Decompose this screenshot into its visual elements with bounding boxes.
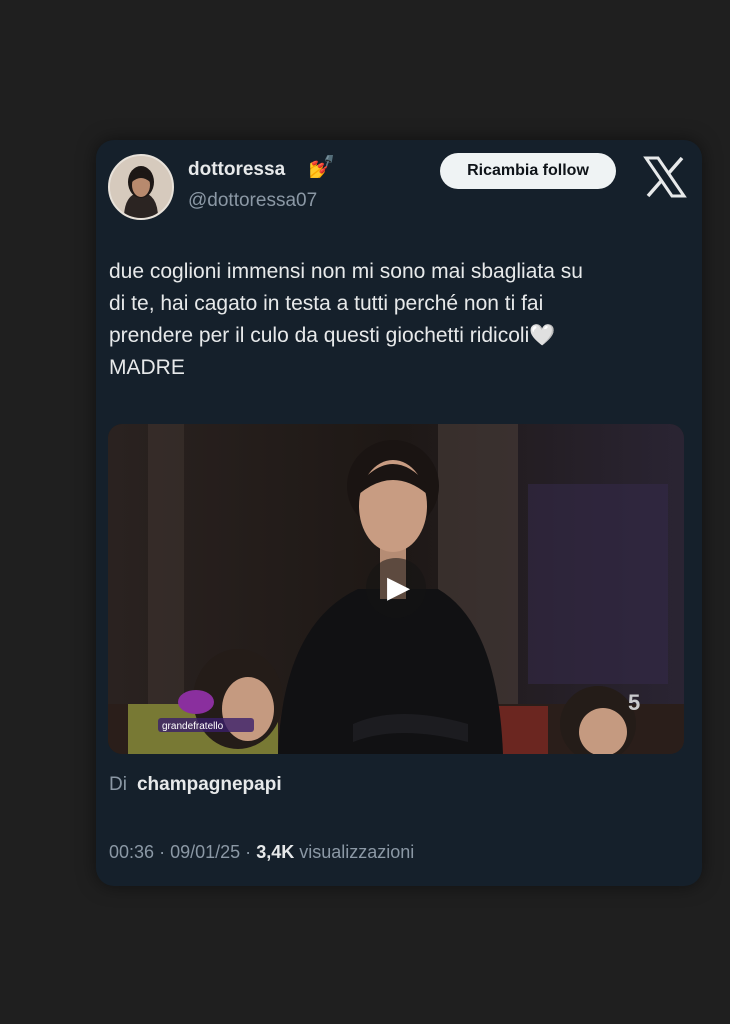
- views-count[interactable]: 3,4K: [256, 842, 294, 862]
- meta-separator: ·: [159, 842, 166, 862]
- follow-back-button[interactable]: Ricambia follow: [440, 153, 616, 189]
- channel-badge: 5: [628, 690, 640, 715]
- meta-separator: ·: [245, 842, 252, 862]
- overlay-logo-text: grandefratello: [162, 721, 224, 732]
- video-media[interactable]: grandefratello 5 ▶: [108, 424, 684, 754]
- tweet-date[interactable]: 09/01/25: [170, 842, 240, 862]
- views-label: visualizzazioni: [299, 842, 415, 862]
- x-logo-icon[interactable]: [642, 154, 688, 200]
- tweet-text: due coglioni immensi non mi sono mai sba…: [109, 260, 583, 379]
- tweet-metadata: 00:36 · 09/01/25 · 3,4K visualizzazioni: [109, 842, 414, 863]
- attribution-prefix: Di: [109, 774, 127, 795]
- user-handle[interactable]: @dottoressa07: [188, 190, 317, 212]
- play-button[interactable]: ▶: [366, 558, 426, 618]
- display-name[interactable]: dottoressa: [188, 159, 285, 181]
- tweet-time[interactable]: 00:36: [109, 842, 154, 862]
- attribution-user-link[interactable]: champagnepapi: [137, 774, 282, 795]
- play-icon: ▶: [386, 571, 411, 604]
- video-attribution: Di champagnepapi: [109, 774, 282, 796]
- avatar-image: [110, 156, 172, 218]
- tweet-card[interactable]: dottoressa 💅 @dottoressa07 Ricambia foll…: [96, 140, 702, 886]
- nail-polish-emoji: 💅: [308, 154, 336, 179]
- avatar[interactable]: [108, 154, 174, 220]
